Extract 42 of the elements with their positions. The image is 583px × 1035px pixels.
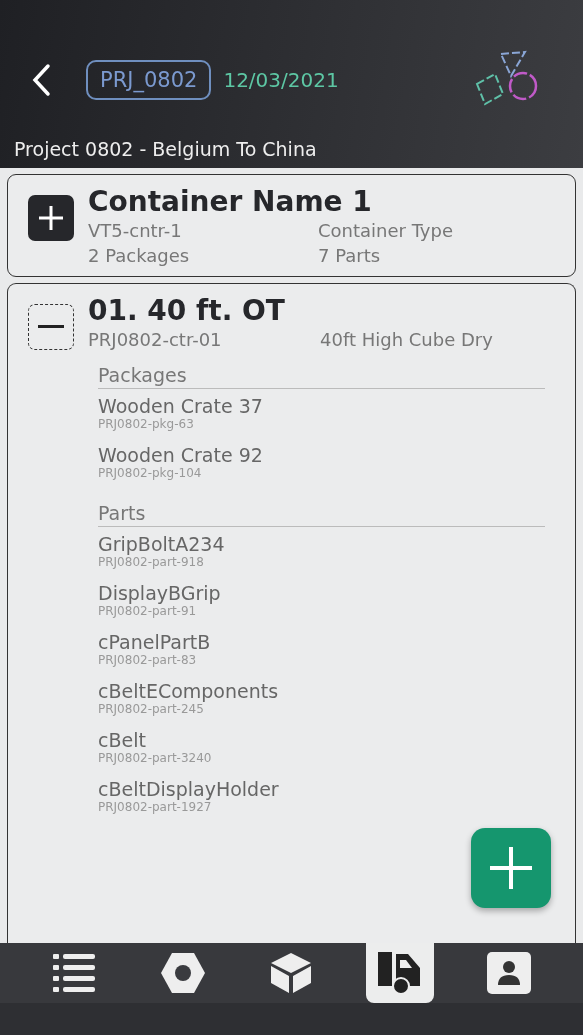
section-heading: Packages bbox=[98, 364, 545, 389]
project-date: 12/03/2021 bbox=[223, 68, 339, 92]
back-chevron-icon bbox=[30, 63, 52, 97]
item-name[interactable]: cBeltDisplayHolder bbox=[98, 778, 545, 800]
item-name[interactable]: cPanelPartB bbox=[98, 631, 545, 653]
project-code-badge: PRJ_0802 bbox=[86, 60, 212, 100]
section-heading: Parts bbox=[98, 502, 545, 527]
item-code: PRJ0802-part-245 bbox=[98, 702, 205, 716]
nav-tab[interactable] bbox=[366, 943, 435, 1003]
container-type: 40ft High Cube Dry bbox=[320, 329, 494, 350]
item-name[interactable]: Wooden Crate 92 bbox=[98, 444, 545, 466]
part-count: 7 Parts bbox=[318, 245, 382, 266]
hex-nut-icon bbox=[159, 952, 206, 994]
item-name[interactable]: cBelt bbox=[98, 729, 545, 751]
cube-icon bbox=[270, 952, 313, 994]
plus-icon bbox=[37, 204, 65, 232]
plus-icon bbox=[488, 845, 534, 891]
container-name: Container Name 1 bbox=[88, 185, 373, 218]
expand-button[interactable] bbox=[28, 195, 74, 241]
project-title: Project 0802 - Belgium To China bbox=[14, 138, 318, 160]
item-code: PRJ0802-part-83 bbox=[98, 653, 198, 667]
contact-book-icon bbox=[486, 952, 531, 994]
collapse-button[interactable] bbox=[28, 304, 74, 350]
item-name[interactable]: cBeltEComponents bbox=[98, 680, 545, 702]
item-code: PRJ0802-pkg-63 bbox=[98, 417, 195, 431]
truck-icon bbox=[378, 952, 423, 994]
item-code: PRJ0802-part-3240 bbox=[98, 751, 213, 765]
item-code: PRJ0802-part-1927 bbox=[98, 800, 213, 814]
package-count: 2 Packages bbox=[88, 245, 191, 266]
item-code: PRJ0802-pkg-104 bbox=[98, 466, 203, 480]
container-name: 01. 40 ft. OT bbox=[88, 294, 286, 327]
container-code: PRJ0802-ctr-01 bbox=[88, 329, 223, 350]
item-name[interactable]: DisplayBGrip bbox=[98, 582, 545, 604]
item-code: PRJ0802-part-91 bbox=[98, 604, 198, 618]
list-icon bbox=[53, 952, 96, 994]
container-type: Container Type bbox=[318, 220, 455, 241]
item-name[interactable]: GripBoltA234 bbox=[98, 533, 545, 555]
minus-icon bbox=[38, 325, 64, 329]
container-code: VT5-cntr-1 bbox=[88, 220, 183, 241]
add-button[interactable] bbox=[471, 828, 551, 908]
item-name[interactable]: Wooden Crate 37 bbox=[98, 395, 545, 417]
item-code: PRJ0802-part-918 bbox=[98, 555, 205, 569]
